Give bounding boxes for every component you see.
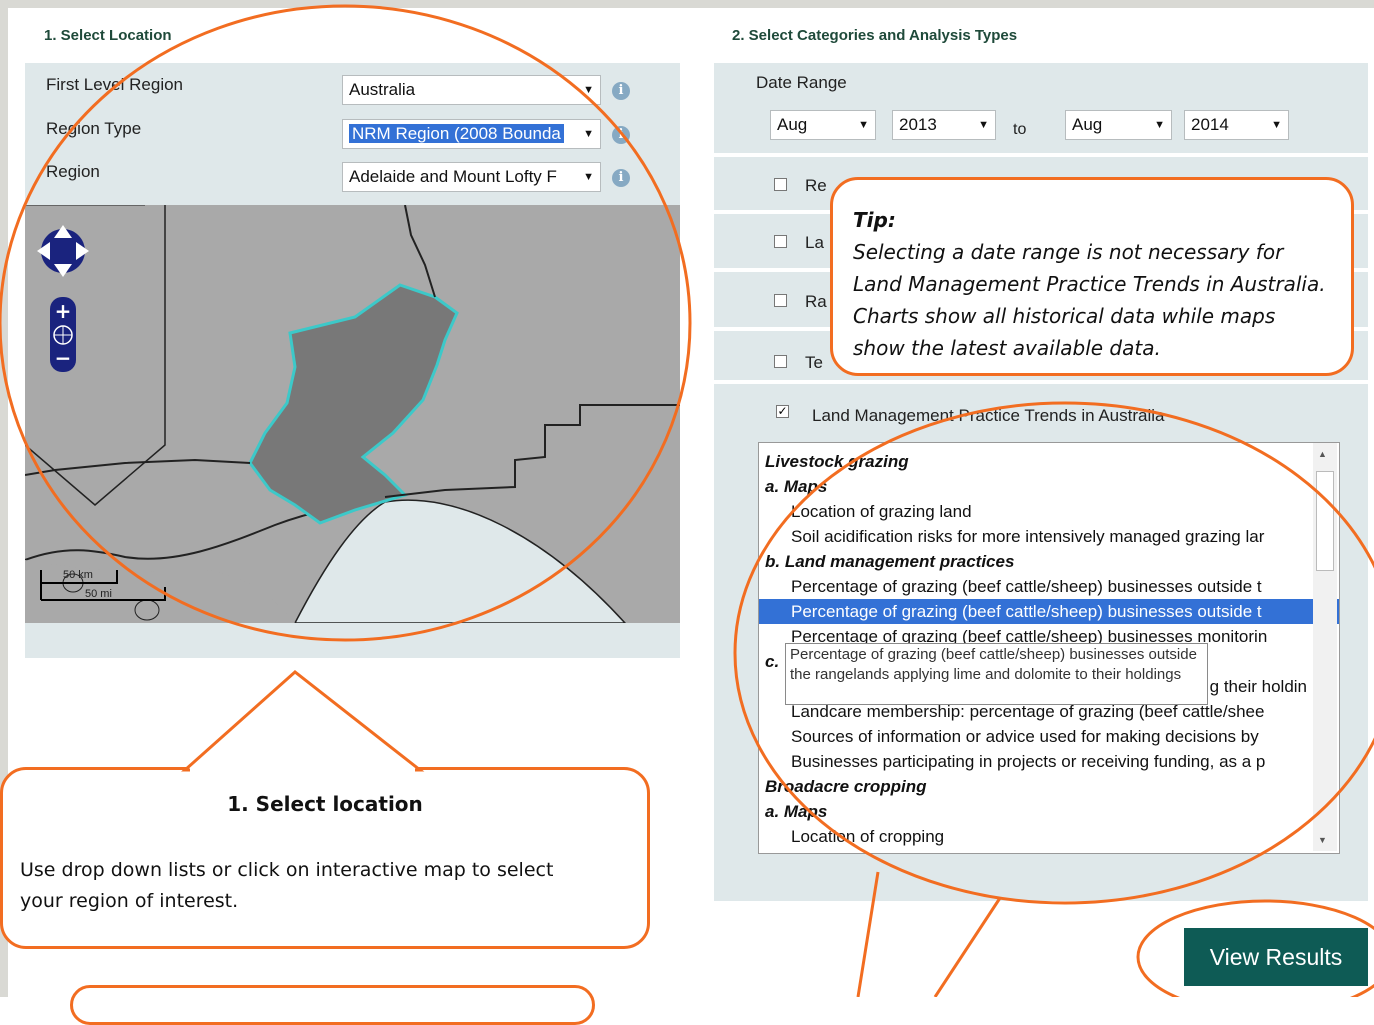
list-heading: a. Maps xyxy=(765,802,828,821)
item-tooltip: Percentage of grazing (beef cattle/sheep… xyxy=(785,643,1208,705)
info-icon[interactable]: i xyxy=(612,126,630,144)
selected-region[interactable] xyxy=(248,283,459,525)
category-checkbox[interactable] xyxy=(774,235,787,248)
to-year-select[interactable]: 2014 ▼ xyxy=(1184,110,1289,140)
list-heading: Livestock grazing xyxy=(765,452,909,471)
top-frame-bar xyxy=(0,0,1374,8)
island xyxy=(134,599,160,621)
list-item[interactable]: Location of grazing land xyxy=(759,499,1339,524)
tip-body: Selecting a date range is not necessary … xyxy=(853,240,1326,360)
state-border xyxy=(384,404,680,498)
tip-callout: Tip: Selecting a date range is not neces… xyxy=(830,177,1354,376)
first-level-region-value: Australia xyxy=(349,80,416,99)
divider xyxy=(714,153,1368,157)
to-year-value: 2014 xyxy=(1191,115,1229,134)
first-level-region-select[interactable]: Australia ▼ xyxy=(342,75,601,105)
location-callout-body: Use drop down lists or click on interact… xyxy=(20,859,554,912)
map-canvas[interactable]: 50 km 50 mi + − xyxy=(25,205,680,623)
region-type-label: Region Type xyxy=(46,119,142,138)
region-boundary xyxy=(404,205,436,298)
scale-mi-label: 50 mi xyxy=(85,588,112,600)
scroll-thumb[interactable] xyxy=(1316,471,1334,571)
tip-heading: Tip: xyxy=(853,208,896,232)
chevron-down-icon: ▼ xyxy=(583,171,594,183)
chevron-down-icon: ▼ xyxy=(1271,119,1282,131)
interactive-map[interactable]: 50 km 50 mi + − xyxy=(25,205,680,623)
scroll-down-icon[interactable]: ▼ xyxy=(1318,835,1327,845)
from-month-select[interactable]: Aug ▼ xyxy=(770,110,876,140)
category-label: Te xyxy=(805,353,823,372)
list-item[interactable]: Location of cropping xyxy=(759,824,1339,849)
location-callout-heading: 1. Select location xyxy=(227,792,423,816)
chevron-down-icon: ▼ xyxy=(583,128,594,140)
land-management-checkbox[interactable]: ✓ xyxy=(776,405,789,418)
list-item-selected[interactable]: Percentage of grazing (beef cattle/sheep… xyxy=(759,599,1339,624)
pan-control[interactable] xyxy=(37,225,89,277)
to-month-value: Aug xyxy=(1072,115,1103,134)
chevron-down-icon: ▼ xyxy=(978,119,989,131)
first-level-region-label: First Level Region xyxy=(46,75,184,94)
region-value: Adelaide and Mount Lofty F xyxy=(349,167,557,186)
category-label: La xyxy=(805,233,824,252)
from-year-value: 2013 xyxy=(899,115,937,134)
category-checkbox[interactable] xyxy=(774,355,787,368)
region-select[interactable]: Adelaide and Mount Lofty F ▼ xyxy=(342,162,601,192)
info-icon[interactable]: i xyxy=(612,169,630,187)
land-management-label: Land Management Practice Trends in Austr… xyxy=(812,406,1165,425)
next-callout xyxy=(70,985,595,1025)
region-type-select[interactable]: NRM Region (2008 Bounda ▼ xyxy=(342,119,601,149)
divider xyxy=(714,380,1368,384)
date-range-label: Date Range xyxy=(756,73,847,92)
from-year-select[interactable]: 2013 ▼ xyxy=(892,110,996,140)
location-callout: 1. Select location Use drop down lists o… xyxy=(0,767,650,949)
list-heading: b. Land management practices xyxy=(765,552,1015,571)
list-heading: a. Maps xyxy=(765,477,828,496)
scroll-up-icon[interactable]: ▲ xyxy=(1318,449,1327,459)
info-icon[interactable]: i xyxy=(612,82,630,100)
list-item[interactable]: Percentage of grazing (beef cattle/sheep… xyxy=(759,574,1339,599)
list-item[interactable]: Soil acidification risks for more intens… xyxy=(759,524,1339,549)
category-checkbox[interactable] xyxy=(774,178,787,191)
view-results-button[interactable]: View Results xyxy=(1184,928,1368,986)
list-scrollbar[interactable]: ▲ ▼ xyxy=(1313,443,1337,851)
list-item[interactable]: Sources of information or advice used fo… xyxy=(759,724,1339,749)
to-month-select[interactable]: Aug ▼ xyxy=(1065,110,1172,140)
zoom-out-icon[interactable]: − xyxy=(55,346,72,370)
chevron-down-icon: ▼ xyxy=(583,84,594,96)
section1-title: 1. Select Location xyxy=(44,27,172,44)
section2-title: 2. Select Categories and Analysis Types xyxy=(732,27,1018,44)
category-label: Re xyxy=(805,176,827,195)
category-checkbox[interactable] xyxy=(774,294,787,307)
chevron-down-icon: ▼ xyxy=(858,119,869,131)
region-type-value: NRM Region (2008 Bounda xyxy=(349,124,564,143)
list-item[interactable]: Businesses participating in projects or … xyxy=(759,749,1339,774)
region-label: Region xyxy=(46,162,100,181)
zoom-in-icon[interactable]: + xyxy=(55,299,72,323)
region-boundary xyxy=(25,458,251,476)
from-month-value: Aug xyxy=(777,115,808,134)
category-label: Ra xyxy=(805,292,827,311)
list-heading: Broadacre cropping xyxy=(765,777,927,796)
location-callout-pointer xyxy=(181,670,425,772)
chevron-down-icon: ▼ xyxy=(1154,119,1165,131)
scale-km-label: 50 km xyxy=(63,569,93,581)
sea-area xyxy=(294,499,627,623)
date-to-label: to xyxy=(1013,121,1027,138)
